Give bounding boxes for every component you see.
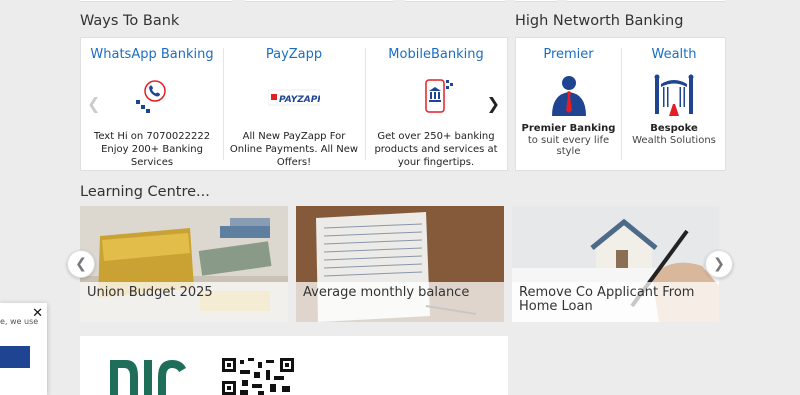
bespoke-label: Bespoke <box>650 123 698 134</box>
learning-card[interactable]: Union Budget 2025 <box>80 206 288 322</box>
partial-card-strip <box>515 0 557 2</box>
carousel-next-arrow[interactable]: ❯ <box>487 94 500 113</box>
top-partial-cards <box>0 0 800 4</box>
side-vertical-tab[interactable] <box>790 280 800 320</box>
premier-banking-label: Premier Banking <box>521 123 616 134</box>
learning-card-caption: Average monthly balance <box>296 282 504 322</box>
mobile-banking-desc: Get over 250+ banking products and servi… <box>374 131 498 168</box>
mobile-banking-link[interactable]: MobileBanking <box>365 47 507 62</box>
high-networth-card: Premier Premier Banking to suit every li… <box>515 37 726 171</box>
bottom-info-card <box>80 336 508 395</box>
learning-card-caption: Remove Co Applicant From Home Loan <box>512 282 719 322</box>
cookie-consent-text: e, we use <box>0 317 39 326</box>
premier-link[interactable]: Premier <box>516 47 621 62</box>
learning-card-caption: Union Budget 2025 <box>80 282 288 322</box>
wealth-link[interactable]: Wealth <box>621 47 727 62</box>
ways-to-bank-title: Ways To Bank <box>80 13 180 29</box>
partial-card-strip <box>405 0 505 2</box>
mobile-bank-icon <box>416 78 456 114</box>
high-networth-title: High Networth Banking <box>515 13 684 29</box>
cookie-consent-popup: ✕ e, we use <box>0 303 47 395</box>
wealth-solutions-sub: Wealth Solutions <box>632 135 716 146</box>
payzapp-desc: All New PayZapp For Online Payments. All… <box>229 131 359 168</box>
payzapp-logo: PAYZAPP <box>267 88 324 108</box>
high-networth-item[interactable]: Wealth Bespoke Wealth Solutions <box>621 38 727 171</box>
learning-prev-button[interactable]: ❮ <box>67 250 95 278</box>
premier-person-icon <box>546 74 592 118</box>
ways-to-bank-card: ❮ WhatsApp Banking Text Hi on 7070022222… <box>80 37 508 171</box>
partial-card-strip <box>567 0 725 2</box>
payzapp-logo-text: PAYZAPP <box>279 95 320 105</box>
dicgc-logo <box>108 358 188 395</box>
whatsapp-phone-icon <box>132 78 172 114</box>
wealth-gate-icon <box>651 74 697 118</box>
payzapp-link[interactable]: PayZapp <box>223 47 365 62</box>
partial-card-strip <box>245 0 393 2</box>
learning-card[interactable]: Average monthly balance <box>296 206 504 322</box>
whatsapp-banking-link[interactable]: WhatsApp Banking <box>81 47 223 62</box>
learning-centre-title: Learning Centre... <box>80 184 210 200</box>
ways-to-bank-item[interactable]: PayZapp PAYZAPP All New PayZapp For Onli… <box>223 38 365 171</box>
partial-card-strip <box>80 0 232 2</box>
premier-banking-sub: to suit every life style <box>527 135 610 157</box>
cookie-accept-button[interactable] <box>0 346 30 368</box>
qr-code-image <box>222 358 294 395</box>
learning-card[interactable]: Remove Co Applicant From Home Loan <box>512 206 719 322</box>
learning-next-button[interactable]: ❯ <box>705 250 733 278</box>
ways-to-bank-item[interactable]: WhatsApp Banking Text Hi on 7070022222 E… <box>81 38 223 171</box>
high-networth-item[interactable]: Premier Premier Banking to suit every li… <box>516 38 621 171</box>
whatsapp-banking-desc: Text Hi on 7070022222 Enjoy 200+ Banking… <box>93 131 211 168</box>
